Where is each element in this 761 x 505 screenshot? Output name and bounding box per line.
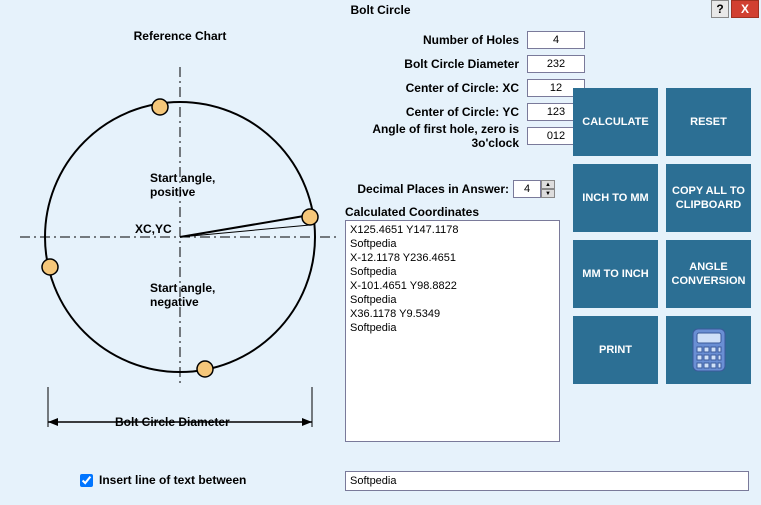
num-holes-label: Number of Holes — [355, 33, 519, 47]
svg-text:positive: positive — [150, 185, 196, 199]
calculate-button[interactable]: CALCULATE — [573, 88, 658, 156]
bolt-circle-diagram: XC,YC Start angle, positive Start angle,… — [10, 47, 350, 427]
decimal-places-input[interactable] — [513, 180, 541, 198]
input-fields: Number of Holes Bolt Circle Diameter Cen… — [355, 30, 585, 150]
button-panel: CALCULATE RESET INCH TO MM COPY ALL TO C… — [573, 88, 751, 384]
titlebar: Bolt Circle ? X — [0, 0, 761, 20]
inch-to-mm-button[interactable]: INCH TO MM — [573, 164, 658, 232]
help-button[interactable]: ? — [711, 0, 729, 18]
angle-first-label: Angle of first hole, zero is 3o'clock — [355, 122, 519, 150]
bc-diameter-label: Bolt Circle Diameter — [355, 57, 519, 71]
calculator-button[interactable] — [666, 316, 751, 384]
center-label: XC,YC — [135, 222, 172, 236]
insert-text-label: Insert line of text between — [99, 473, 246, 487]
reset-button[interactable]: RESET — [666, 88, 751, 156]
num-holes-input[interactable] — [527, 31, 585, 49]
center-xc-label: Center of Circle: XC — [355, 81, 519, 95]
bc-diameter-input[interactable] — [527, 55, 585, 73]
print-button[interactable]: PRINT — [573, 316, 658, 384]
copy-all-button[interactable]: COPY ALL TO CLIPBOARD — [666, 164, 751, 232]
close-button[interactable]: X — [731, 0, 759, 18]
chart-title: Reference Chart — [10, 25, 350, 47]
decimal-places-label: Decimal Places in Answer: — [357, 182, 509, 196]
center-yc-label: Center of Circle: YC — [355, 105, 519, 119]
svg-text:Start angle,: Start angle, — [150, 171, 215, 185]
svg-text:negative: negative — [150, 295, 199, 309]
spinner-down-button[interactable]: ▼ — [541, 189, 555, 198]
reference-chart: Reference Chart XC,YC Start angle, po — [10, 25, 350, 445]
insert-text-input[interactable] — [345, 471, 749, 491]
angle-conversion-button[interactable]: ANGLE CONVERSION — [666, 240, 751, 308]
diameter-label: Bolt Circle Diameter — [115, 415, 230, 427]
window-title: Bolt Circle — [350, 3, 410, 17]
insert-text-checkbox[interactable] — [80, 474, 93, 487]
results-textarea[interactable]: X125.4651 Y147.1178 Softpedia X-12.1178 … — [345, 220, 560, 442]
close-icon: X — [741, 2, 749, 16]
calculated-coordinates-label: Calculated Coordinates — [345, 205, 479, 219]
mm-to-inch-button[interactable]: MM TO INCH — [573, 240, 658, 308]
spinner-up-button[interactable]: ▲ — [541, 180, 555, 189]
svg-text:Start angle,: Start angle, — [150, 281, 215, 295]
calculator-icon — [692, 328, 726, 372]
